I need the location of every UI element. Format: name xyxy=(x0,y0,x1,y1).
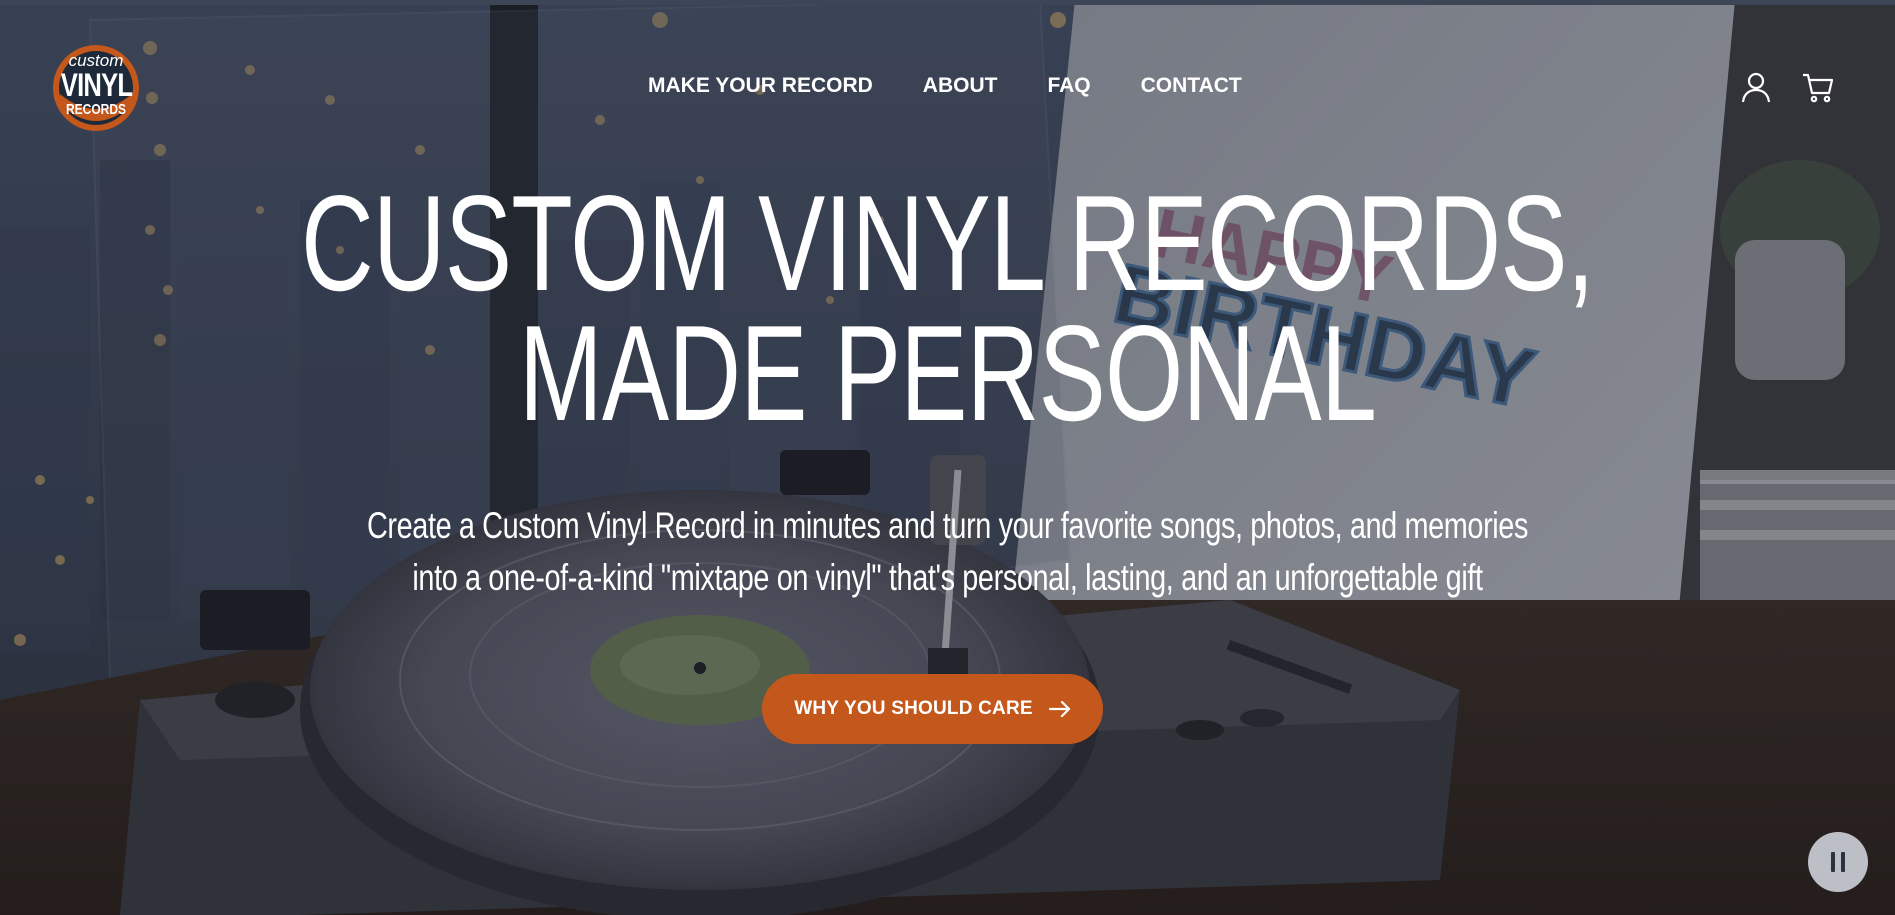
logo-text-records: RECORDS xyxy=(65,101,126,118)
hero-background-image: HAPPY BIRTHDAY xyxy=(0,0,1895,915)
nav-item-contact[interactable]: CONTACT xyxy=(1141,74,1242,98)
hero-headline-line-2: MADE PERSONAL xyxy=(518,297,1377,449)
arrow-right-icon xyxy=(1048,701,1071,717)
top-strip xyxy=(0,0,1895,5)
hero-overlay xyxy=(0,0,1895,915)
pause-video-button[interactable] xyxy=(1808,832,1868,892)
cta-label: WHY YOU SHOULD CARE xyxy=(794,698,1033,719)
hero-subtext-line-2: into a one-of-a-kind "mixtape on vinyl" … xyxy=(412,557,1483,598)
hero-headline-line-1: CUSTOM VINYL RECORDS, xyxy=(301,167,1595,319)
user-icon[interactable] xyxy=(1739,70,1773,104)
hero-subtext-line-1: Create a Custom Vinyl Record in minutes … xyxy=(366,505,1529,546)
main-nav: MAKE YOUR RECORD ABOUT FAQ CONTACT xyxy=(648,74,1242,98)
nav-item-make-your-record[interactable]: MAKE YOUR RECORD xyxy=(648,74,873,98)
nav-item-about[interactable]: ABOUT xyxy=(923,74,998,98)
pause-icon xyxy=(1828,852,1848,872)
cart-icon[interactable] xyxy=(1801,70,1835,104)
hero-subtext: Create a Custom Vinyl Record in minutes … xyxy=(0,500,1895,604)
nav-item-faq[interactable]: FAQ xyxy=(1047,74,1090,98)
logo-text-vinyl: VINYL xyxy=(60,67,133,103)
hero-headline: CUSTOM VINYL RECORDS, MADE PERSONAL xyxy=(0,167,1895,449)
brand-logo[interactable]: custom VINYL RECORDS xyxy=(52,44,140,132)
why-you-should-care-button[interactable]: WHY YOU SHOULD CARE xyxy=(762,674,1103,744)
